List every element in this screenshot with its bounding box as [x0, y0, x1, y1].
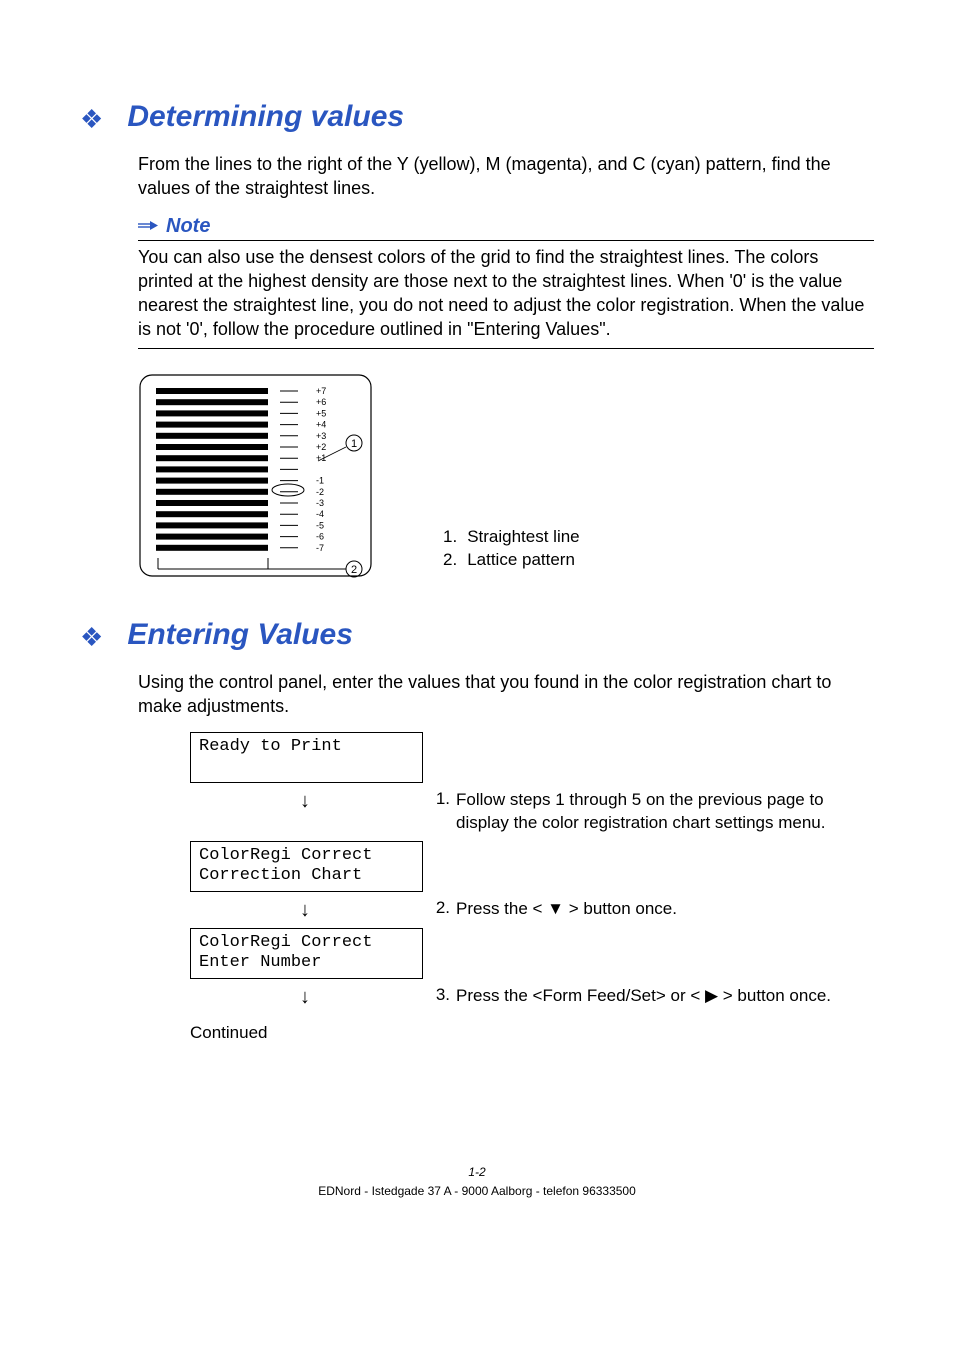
svg-text:-5: -5: [316, 520, 324, 530]
legend-text: Straightest line: [467, 526, 579, 549]
legend-num: 2.: [443, 549, 457, 572]
step-row: ↓ 3. Press the <Form Feed/Set> or < ▶ > …: [190, 985, 874, 1009]
step-row: ↓ 2. Press the < ▼ > button once.: [190, 898, 874, 922]
step-number: 1.: [426, 789, 450, 809]
down-arrow-icon: ↓: [190, 985, 420, 1009]
diamond-bullet-icon: ❖: [80, 104, 103, 135]
svg-text:-4: -4: [316, 509, 324, 519]
legend-item: 1. Straightest line: [443, 526, 580, 549]
callout-1-label: 1: [351, 438, 357, 450]
registration-pattern-figure: +7+6+5+4 +3+2+1 -1 -2-3-4-5-6 -7 1 2: [138, 373, 373, 578]
steps-area: Ready to Print ↓ 1. Follow steps 1 throu…: [190, 732, 874, 1008]
section-title: Determining values: [127, 100, 404, 134]
svg-text:-6: -6: [316, 531, 324, 541]
svg-text:-7: -7: [316, 543, 324, 553]
svg-text:+1: +1: [316, 453, 326, 463]
svg-text:-3: -3: [316, 498, 324, 508]
note-body: You can also use the densest colors of t…: [138, 245, 874, 342]
legend-num: 1.: [443, 526, 457, 549]
down-arrow-icon: ↓: [190, 789, 420, 813]
note-divider-bottom: [138, 348, 874, 349]
note-divider-top: [138, 240, 874, 241]
section-heading: ❖ Determining values: [80, 100, 874, 134]
step-number: 2.: [426, 898, 450, 918]
step-number: 3.: [426, 985, 450, 1005]
page-number: 1-2: [80, 1163, 874, 1182]
section-body: From the lines to the right of the Y (ye…: [138, 152, 874, 201]
note-arrow-icon: [138, 221, 158, 231]
footer-info: EDNord - Istedgade 37 A - 9000 Aalborg -…: [80, 1182, 874, 1201]
note-label: Note: [166, 215, 210, 238]
page-footer: 1-2 EDNord - Istedgade 37 A - 9000 Aalbo…: [80, 1163, 874, 1201]
svg-text:-2: -2: [316, 487, 324, 497]
continued-label: Continued: [190, 1023, 874, 1043]
legend-text: Lattice pattern: [467, 549, 575, 572]
lcd-panel: Ready to Print: [190, 732, 423, 783]
callout-2-label: 2: [351, 564, 357, 576]
step-text: Press the <Form Feed/Set> or < ▶ > butto…: [456, 985, 874, 1008]
legend-item: 2. Lattice pattern: [443, 549, 580, 572]
svg-text:-1: -1: [316, 475, 324, 485]
lcd-panel: ColorRegi Correct Enter Number: [190, 928, 423, 979]
lcd-panel: ColorRegi Correct Correction Chart: [190, 841, 423, 892]
svg-text:+3: +3: [316, 431, 326, 441]
svg-text:+7: +7: [316, 386, 326, 396]
svg-text:+2: +2: [316, 442, 326, 452]
step-text: Follow steps 1 through 5 on the previous…: [456, 789, 874, 835]
section-body: Using the control panel, enter the value…: [138, 670, 874, 719]
step-text: Press the < ▼ > button once.: [456, 898, 874, 921]
section-title: Entering Values: [127, 618, 353, 652]
step-row: ↓ 1. Follow steps 1 through 5 on the pre…: [190, 789, 874, 835]
down-arrow-icon: ↓: [190, 898, 420, 922]
svg-text:+6: +6: [316, 397, 326, 407]
figure-legend: 1. Straightest line 2. Lattice pattern: [443, 526, 580, 572]
svg-text:+4: +4: [316, 419, 326, 429]
section-heading: ❖ Entering Values: [80, 618, 874, 652]
figure-row: +7+6+5+4 +3+2+1 -1 -2-3-4-5-6 -7 1 2 1.: [138, 373, 874, 578]
svg-text:+5: +5: [316, 408, 326, 418]
note-heading-row: Note: [138, 215, 874, 238]
diamond-bullet-icon: ❖: [80, 622, 103, 653]
